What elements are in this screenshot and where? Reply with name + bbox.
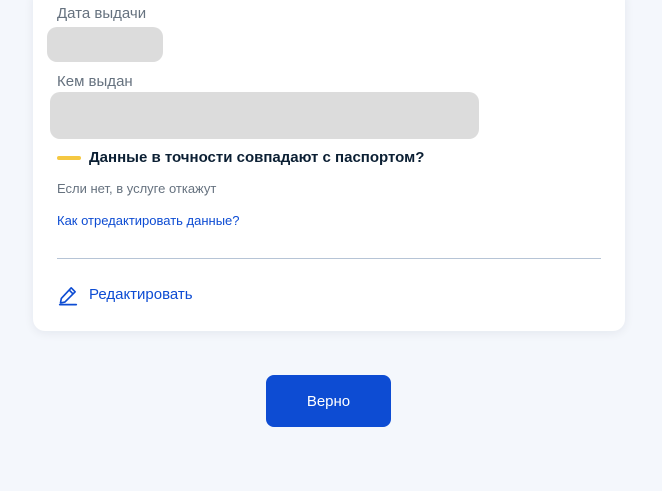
pencil-icon [58, 287, 78, 306]
divider [57, 258, 601, 259]
confirm-button[interactable]: Верно [266, 375, 391, 427]
issued-by-label: Кем выдан [57, 73, 133, 90]
issue-date-label: Дата выдачи [57, 5, 147, 22]
issue-date-value-redacted [47, 27, 163, 62]
how-to-edit-link[interactable]: Как отредактировать данные? [57, 213, 240, 229]
warning-title: Данные в точности совпадают с паспортом? [89, 149, 425, 166]
warning-accent-bar [57, 156, 81, 160]
edit-button[interactable]: Редактировать [57, 283, 193, 307]
warning-hint: Если нет, в услуге откажут [57, 181, 217, 196]
issued-by-value-redacted [50, 92, 479, 139]
edit-button-label: Редактировать [89, 286, 193, 303]
